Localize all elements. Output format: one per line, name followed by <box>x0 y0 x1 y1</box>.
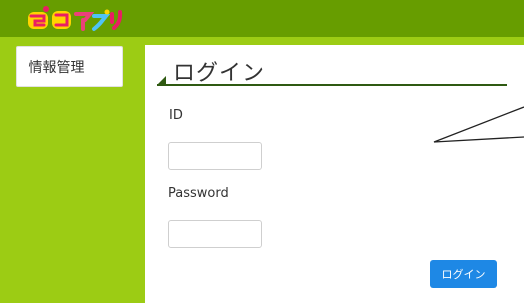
password-label: Password <box>168 186 229 201</box>
title-underline <box>157 84 507 86</box>
page-title: ログイン <box>173 61 266 86</box>
login-button[interactable]: ログイン <box>430 260 497 288</box>
id-label: ID <box>169 108 183 123</box>
sidebar-item-info-management[interactable]: 情報管理 <box>16 46 123 87</box>
app-logo[interactable] <box>28 4 124 32</box>
sidebar-item-label: 情報管理 <box>28 59 85 76</box>
top-header-bar <box>0 0 524 37</box>
id-input[interactable] <box>168 142 262 170</box>
password-input[interactable] <box>168 220 262 248</box>
callout-pointer <box>433 106 524 143</box>
